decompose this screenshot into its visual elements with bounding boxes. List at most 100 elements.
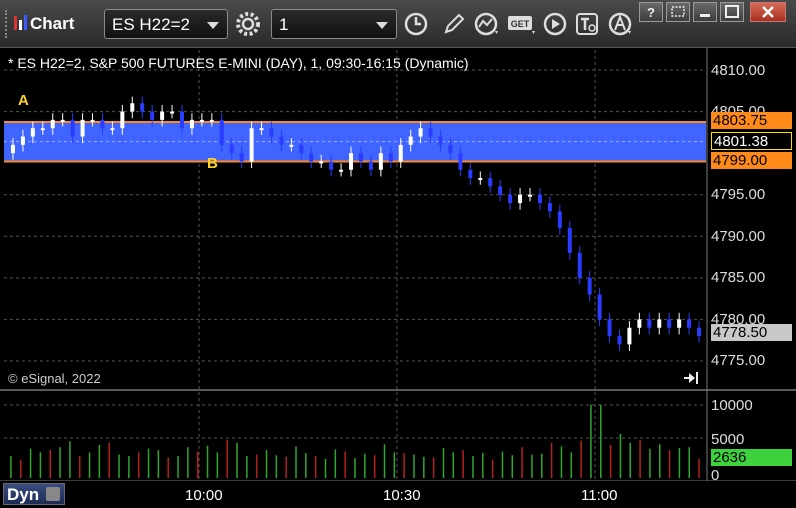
candle-body xyxy=(40,128,45,131)
chart-window: Chart ES H22=2 1 GET ? * ES H22=2, S&P 5… xyxy=(0,0,796,508)
candle-body xyxy=(140,103,145,112)
candle-body xyxy=(557,211,562,228)
price-label: 4785.00 xyxy=(711,269,766,286)
candle-body xyxy=(697,327,702,337)
chart-title: * ES H22=2, S&P 500 FUTURES E-MINI (DAY)… xyxy=(8,55,469,71)
time-label: 10:30 xyxy=(383,487,421,504)
chevron-down-icon xyxy=(376,22,388,29)
clock-icon xyxy=(404,12,428,36)
candle-body xyxy=(209,119,214,122)
candle-body xyxy=(160,111,165,120)
candle-body xyxy=(418,128,423,137)
candle-body xyxy=(607,319,612,337)
candle-body xyxy=(30,128,35,137)
candle-body xyxy=(478,178,483,181)
close-icon xyxy=(762,6,774,18)
volume-label: 5000 xyxy=(711,431,745,448)
candle-body xyxy=(528,194,532,197)
get-data-button[interactable]: GET xyxy=(505,9,539,39)
candle-body xyxy=(428,128,433,137)
candle-body xyxy=(537,194,542,204)
draw-button[interactable] xyxy=(439,9,469,39)
scroll-to-end-icon[interactable] xyxy=(684,372,698,384)
candle-body xyxy=(458,153,463,170)
candle-body xyxy=(189,119,194,129)
zone-mid-tag: 4801.38 xyxy=(711,132,792,150)
candle-body xyxy=(358,153,363,162)
minimize-button[interactable] xyxy=(693,2,717,22)
chart-app-icon xyxy=(14,15,27,30)
maximize-button[interactable] xyxy=(720,2,744,22)
price-label: 4810.00 xyxy=(711,62,766,79)
candle-body xyxy=(627,327,632,345)
close-button[interactable] xyxy=(750,2,786,22)
candle-body xyxy=(597,294,602,320)
get-icon-label: GET xyxy=(511,19,530,29)
play-icon xyxy=(543,12,567,36)
candle-body xyxy=(687,319,692,328)
toolbar: Chart ES H22=2 1 GET ? xyxy=(0,0,796,48)
studies-button[interactable] xyxy=(471,9,501,39)
time-label: 10:00 xyxy=(185,487,223,504)
candle-body xyxy=(239,153,244,162)
candle-body xyxy=(508,194,513,204)
alert-button[interactable] xyxy=(605,9,635,39)
help-icon: ? xyxy=(647,5,655,20)
candle-body xyxy=(90,119,95,122)
candle-body xyxy=(229,144,234,154)
zone-lower-tag: 4799.00 xyxy=(711,152,792,169)
restore-button[interactable] xyxy=(666,2,690,22)
candle-body xyxy=(130,103,135,112)
candle-body xyxy=(378,153,383,170)
candle-body xyxy=(547,203,552,212)
candle-body xyxy=(110,128,115,131)
candle-body xyxy=(100,119,105,129)
candle-body xyxy=(448,144,453,154)
marker-a: A xyxy=(18,92,29,109)
candle-body xyxy=(170,111,175,114)
candle-body xyxy=(339,169,344,172)
text-tool-button[interactable] xyxy=(572,9,602,39)
candle-body xyxy=(667,319,672,328)
play-button[interactable] xyxy=(540,9,570,39)
text-tool-icon xyxy=(576,13,598,35)
lock-icon[interactable] xyxy=(46,487,60,501)
help-button[interactable]: ? xyxy=(639,2,663,22)
interval-value: 1 xyxy=(279,15,289,34)
settings-button[interactable] xyxy=(233,9,263,39)
time-button[interactable] xyxy=(401,9,431,39)
candle-body xyxy=(408,136,413,145)
svg-text:?: ? xyxy=(647,5,655,20)
candle-body xyxy=(577,252,582,278)
symbol-dropdown[interactable]: ES H22=2 xyxy=(104,9,228,39)
gear-icon xyxy=(236,12,260,36)
zone-upper-tag: 4803.75 xyxy=(711,112,792,129)
candle-body xyxy=(60,119,65,122)
candle-body xyxy=(319,161,324,164)
volume-series xyxy=(10,404,700,478)
candle-body xyxy=(219,119,224,145)
candle-body xyxy=(518,194,523,204)
dynamic-mode-button[interactable]: Dyn xyxy=(3,483,65,505)
marker-b: B xyxy=(207,155,218,172)
candle-body xyxy=(438,136,443,145)
toolbar-grip[interactable] xyxy=(5,10,13,38)
candle-body xyxy=(488,178,493,187)
dynamic-mode-label: Dyn xyxy=(7,485,40,504)
interval-dropdown[interactable]: 1 xyxy=(271,9,397,39)
candle-body xyxy=(259,128,264,131)
candle-body xyxy=(647,319,652,328)
candle-body xyxy=(20,136,25,145)
volume-last-tag: 2636 xyxy=(711,449,792,466)
price-chart[interactable] xyxy=(0,48,796,481)
candle-body xyxy=(269,128,274,137)
candle-body xyxy=(10,144,15,154)
last-price-tag: 4778.50 xyxy=(711,324,792,341)
candle-body xyxy=(567,227,572,253)
maximize-icon xyxy=(725,5,739,18)
restore-icon xyxy=(671,6,685,17)
volume-label: 10000 xyxy=(711,397,753,414)
candle-body xyxy=(289,144,294,147)
symbol-value: ES H22=2 xyxy=(112,15,190,34)
candle-body xyxy=(80,119,85,137)
